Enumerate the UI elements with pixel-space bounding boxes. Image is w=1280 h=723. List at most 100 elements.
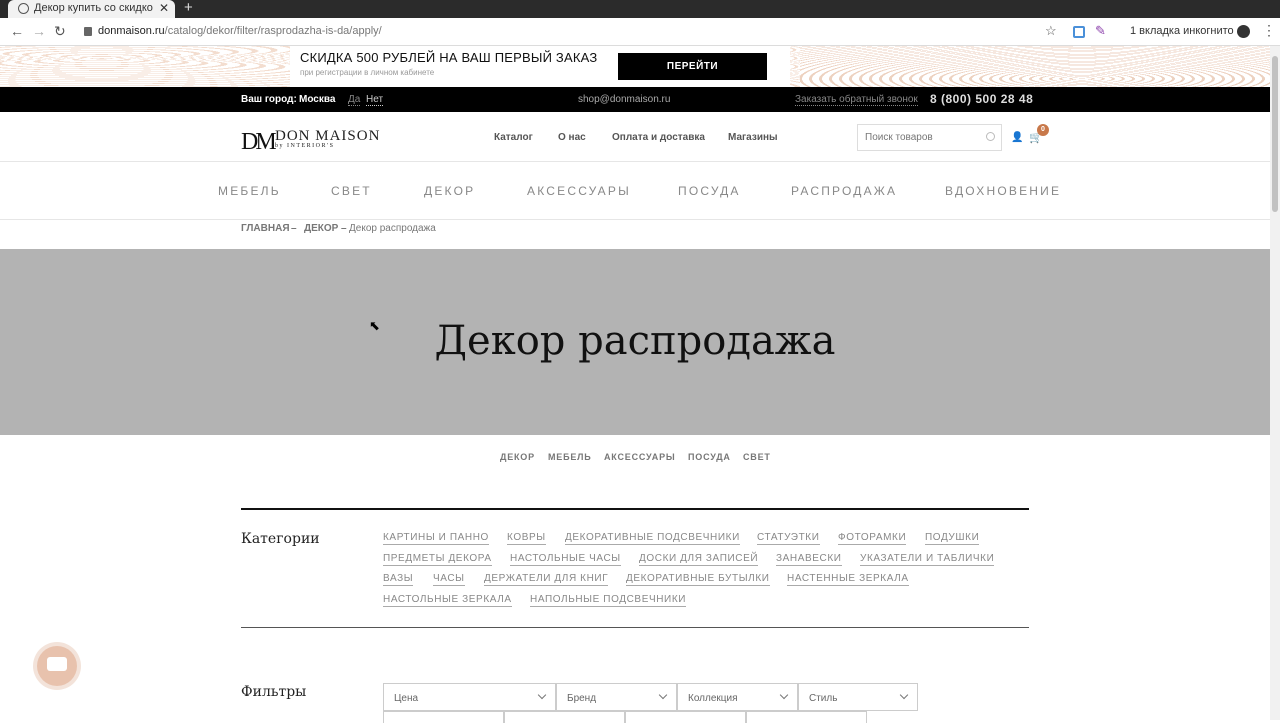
category-link[interactable]: ДЕКОРАТИВНЫЕ БУТЫЛКИ <box>626 573 770 586</box>
pen-extension-icon[interactable]: ✎ <box>1095 23 1106 39</box>
nav-payment-delivery[interactable]: Оплата и доставка <box>612 132 705 143</box>
logo-subtitle: by INTERIOR'S <box>275 143 335 149</box>
city-yes-link[interactable]: Да <box>348 94 361 106</box>
category-link[interactable]: ДОСКИ ДЛЯ ЗАПИСЕЙ <box>639 553 759 566</box>
bookmark-star-icon[interactable]: ☆ <box>1045 23 1057 39</box>
filter-collection-select[interactable]: Коллекция <box>677 683 798 711</box>
filter-style-select[interactable]: Стиль <box>798 683 918 711</box>
filter-select-partial[interactable] <box>746 711 867 723</box>
category-link[interactable]: СТАТУЭТКИ <box>757 532 820 545</box>
category-link[interactable]: ПОДУШКИ <box>925 532 980 545</box>
divider <box>241 627 1029 628</box>
category-link[interactable]: ДЕКОРАТИВНЫЕ ПОДСВЕЧНИКИ <box>565 532 740 545</box>
nav-stores[interactable]: Магазины <box>728 132 778 143</box>
chat-button[interactable] <box>37 646 77 686</box>
forward-icon[interactable]: → <box>32 23 46 39</box>
filter-brand-select[interactable]: Бренд <box>556 683 677 711</box>
city-value[interactable]: Москва <box>299 94 335 105</box>
extension-icon[interactable] <box>1073 26 1085 38</box>
breadcrumb-decor[interactable]: ДЕКОР <box>304 223 338 234</box>
category-link[interactable]: ВАЗЫ <box>383 573 414 586</box>
browser-tab[interactable]: Декор купить со скидко ✕ <box>8 0 175 18</box>
chevron-down-icon <box>779 690 789 700</box>
nav-catalog[interactable]: Каталог <box>494 132 533 143</box>
reload-icon[interactable]: ↻ <box>54 23 66 40</box>
scrollbar-thumb[interactable] <box>1272 56 1278 212</box>
chevron-down-icon <box>537 690 547 700</box>
category-link[interactable]: ПРЕДМЕТЫ ДЕКОРА <box>383 553 492 566</box>
menu-furniture[interactable]: МЕБЕЛЬ <box>218 184 281 198</box>
category-link[interactable]: КОВРЫ <box>507 532 546 545</box>
section-tab-decor[interactable]: ДЕКОР <box>500 452 535 462</box>
menu-inspiration[interactable]: ВДОХНОВЕНИЕ <box>945 184 1061 198</box>
nav-about[interactable]: О нас <box>558 132 586 143</box>
category-link[interactable]: НАСТЕННЫЕ ЗЕРКАЛА <box>787 573 909 586</box>
new-tab-button[interactable]: + <box>184 0 193 16</box>
filter-label: Бренд <box>567 693 597 704</box>
section-tab-tableware[interactable]: ПОСУДА <box>688 452 731 462</box>
url-field[interactable]: donmaison.ru/catalog/dekor/filter/raspro… <box>98 25 382 37</box>
section-tab-light[interactable]: СВЕТ <box>743 452 771 462</box>
filter-select-partial[interactable] <box>504 711 625 723</box>
category-link[interactable]: УКАЗАТЕЛИ И ТАБЛИЧКИ <box>860 553 995 566</box>
tab-title: Декор купить со скидко <box>34 2 153 14</box>
filter-label: Цена <box>394 693 419 704</box>
chevron-down-icon <box>899 690 909 700</box>
promo-title: СКИДКА 500 РУБЛЕЙ НА ВАШ ПЕРВЫЙ ЗАКАЗ <box>300 50 598 65</box>
section-tab-furniture[interactable]: МЕБЕЛЬ <box>548 452 592 462</box>
email-link[interactable]: shop@donmaison.ru <box>578 94 670 105</box>
page-title: Декор распродажа <box>434 318 836 364</box>
menu-tableware[interactable]: ПОСУДА <box>678 184 741 198</box>
category-link[interactable]: ЗАНАВЕСКИ <box>776 553 842 566</box>
globe-icon <box>18 3 29 14</box>
lock-icon <box>84 27 92 36</box>
close-tab-icon[interactable]: ✕ <box>159 1 169 15</box>
user-icon[interactable]: 👤 <box>1011 132 1023 143</box>
menu-sale[interactable]: РАСПРОДАЖА <box>791 184 897 198</box>
top-info-bar: Ваш город: Москва Да Нет shop@donmaison.… <box>0 87 1270 112</box>
divider <box>241 508 1029 510</box>
search-icon[interactable] <box>986 132 995 141</box>
menu-light[interactable]: СВЕТ <box>331 184 372 198</box>
browser-tabbar: Декор купить со скидко ✕ + <box>0 0 1280 18</box>
category-link[interactable]: ДЕРЖАТЕЛИ ДЛЯ КНИГ <box>484 573 609 586</box>
filter-label: Стиль <box>809 693 838 704</box>
filter-price-select[interactable]: Цена <box>383 683 556 711</box>
breadcrumb-sep: – <box>341 223 347 234</box>
address-bar: ← → ↻ donmaison.ru/catalog/dekor/filter/… <box>0 18 1280 46</box>
breadcrumb-sep: – <box>291 223 297 234</box>
callback-link[interactable]: Заказать обратный звонок <box>795 94 918 106</box>
chat-icon <box>47 657 67 671</box>
menu-accessories[interactable]: АКСЕССУАРЫ <box>527 184 631 198</box>
search-placeholder: Поиск товаров <box>865 132 933 143</box>
category-link[interactable]: КАРТИНЫ И ПАННО <box>383 532 489 545</box>
main-menu <box>0 162 1270 220</box>
promo-pattern-right <box>800 46 1270 87</box>
categories-title: Категории <box>241 531 320 547</box>
promo-go-button[interactable]: ПЕРЕЙТИ <box>618 53 767 80</box>
mouse-cursor-icon: ⬉ <box>369 318 380 333</box>
incognito-label: 1 вкладка инкогнито <box>1130 25 1234 37</box>
section-tab-accessories[interactable]: АКСЕССУАРЫ <box>604 452 676 462</box>
category-link[interactable]: НАСТОЛЬНЫЕ ЗЕРКАЛА <box>383 594 512 607</box>
incognito-icon[interactable] <box>1237 25 1250 38</box>
menu-decor[interactable]: ДЕКОР <box>424 184 475 198</box>
breadcrumb-home[interactable]: ГЛАВНАЯ <box>241 223 290 234</box>
city-label: Ваш город: <box>241 94 297 105</box>
filter-select-partial[interactable] <box>625 711 746 723</box>
category-link[interactable]: ФОТОРАМКИ <box>838 532 907 545</box>
search-input[interactable]: Поиск товаров <box>857 124 1002 151</box>
category-link[interactable]: ЧАСЫ <box>433 573 465 586</box>
chevron-down-icon <box>658 690 668 700</box>
back-icon[interactable]: ← <box>10 23 24 39</box>
breadcrumb-current: Декор распродажа <box>349 223 436 234</box>
phone-link[interactable]: 8 (800) 500 28 48 <box>930 92 1033 106</box>
logo-mark[interactable]: DM <box>241 129 277 156</box>
city-no-link[interactable]: Нет <box>366 94 384 106</box>
filter-select-partial[interactable] <box>383 711 504 723</box>
filters-title: Фильтры <box>241 684 307 700</box>
category-link[interactable]: НАПОЛЬНЫЕ ПОДСВЕЧНИКИ <box>530 594 687 607</box>
browser-menu-icon[interactable]: ⋮ <box>1262 22 1276 39</box>
cart-count-badge: 0 <box>1037 124 1049 136</box>
category-link[interactable]: НАСТОЛЬНЫЕ ЧАСЫ <box>510 553 621 566</box>
